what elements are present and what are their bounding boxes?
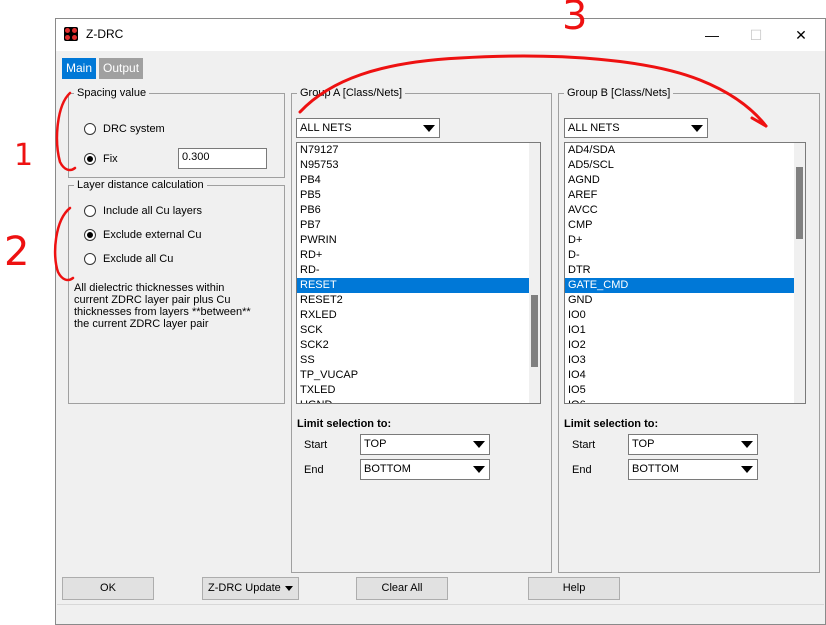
annotation-number-2: 2: [4, 229, 30, 275]
annotation-arc-3: [298, 54, 768, 128]
annotation-number-1: 1: [14, 138, 34, 173]
annotation-ink-layer: [53, 54, 768, 282]
annotation-bracket-2: [53, 206, 75, 282]
annotation-number-3: 3: [562, 0, 588, 39]
annotation-bracket-1: [55, 91, 77, 172]
